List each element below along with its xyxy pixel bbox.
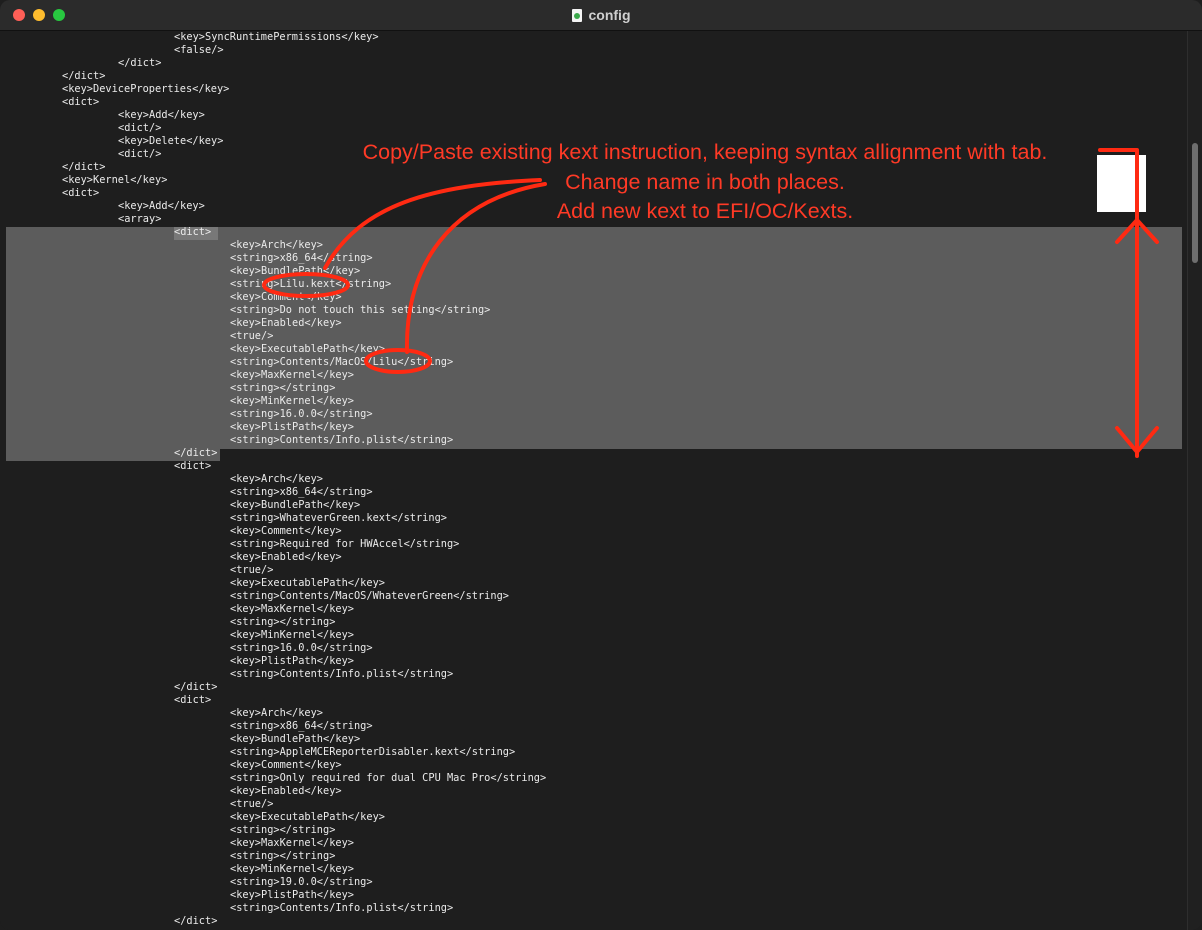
vertical-scrollbar[interactable]: [1187, 31, 1202, 930]
annotation-line: Change name in both places.: [565, 169, 845, 194]
code-line[interactable]: <key>MinKernel</key>: [6, 863, 546, 876]
code-line[interactable]: <string></string>: [6, 824, 546, 837]
code-line[interactable]: <key>BundlePath</key>: [6, 499, 546, 512]
code-line[interactable]: </dict>: [6, 681, 546, 694]
code-line[interactable]: <key>Arch</key>: [6, 707, 546, 720]
code-line[interactable]: <string>x86_64</string>: [6, 252, 546, 265]
code-line[interactable]: <string>Only required for dual CPU Mac P…: [6, 772, 546, 785]
code-line[interactable]: <string>16.0.0</string>: [6, 642, 546, 655]
code-line[interactable]: <string>AppleMCEReporterDisabler.kext</s…: [6, 746, 546, 759]
code-line[interactable]: <string>Do not touch this setting</strin…: [6, 304, 546, 317]
code-line[interactable]: <string>x86_64</string>: [6, 486, 546, 499]
code-line[interactable]: <dict>: [6, 694, 546, 707]
code-line[interactable]: <key>Comment</key>: [6, 525, 546, 538]
code-line[interactable]: </dict>: [6, 447, 546, 460]
scrollbar-thumb[interactable]: [1192, 143, 1198, 263]
annotation-text: Copy/Paste existing kext instruction, ke…: [300, 138, 1110, 227]
code-line[interactable]: <string>WhateverGreen.kext</string>: [6, 512, 546, 525]
code-line[interactable]: <key>Arch</key>: [6, 473, 546, 486]
code-line[interactable]: <string></string>: [6, 616, 546, 629]
code-line[interactable]: <string>Lilu.kext</string>: [6, 278, 546, 291]
code-line[interactable]: <string>Contents/Info.plist</string>: [6, 668, 546, 681]
code-line[interactable]: <string>x86_64</string>: [6, 720, 546, 733]
code-line[interactable]: <string>Contents/Info.plist</string>: [6, 902, 546, 915]
title-bar: config: [0, 0, 1202, 31]
code-line[interactable]: <key>MinKernel</key>: [6, 629, 546, 642]
code-line[interactable]: <dict>: [6, 226, 546, 239]
code-line[interactable]: </dict>: [6, 915, 546, 928]
window-title-text: config: [588, 7, 631, 23]
code-line[interactable]: <key>Arch</key>: [6, 239, 546, 252]
code-line[interactable]: <string>16.0.0</string>: [6, 408, 546, 421]
code-line[interactable]: <key>MaxKernel</key>: [6, 837, 546, 850]
code-line[interactable]: <key>PlistPath</key>: [6, 655, 546, 668]
code-line[interactable]: <key>DeviceProperties</key>: [6, 83, 546, 96]
code-line[interactable]: <key>MaxKernel</key>: [6, 369, 546, 382]
document-icon: [571, 8, 582, 22]
window-title: config: [0, 0, 1202, 30]
code-line[interactable]: <key>ExecutablePath</key>: [6, 343, 546, 356]
code-line[interactable]: <string>Required for HWAccel</string>: [6, 538, 546, 551]
annotation-line: Add new kext to EFI/OC/Kexts.: [556, 199, 854, 223]
code-line[interactable]: </dict>: [6, 57, 546, 70]
code-line[interactable]: <key>Comment</key>: [6, 759, 546, 772]
code-line[interactable]: <key>BundlePath</key>: [6, 265, 546, 278]
code-line[interactable]: <key>BundlePath</key>: [6, 733, 546, 746]
code-line[interactable]: <key>ExecutablePath</key>: [6, 811, 546, 824]
code-line[interactable]: <dict>: [6, 96, 546, 109]
code-line[interactable]: <string></string>: [6, 382, 546, 395]
code-line[interactable]: <key>PlistPath</key>: [6, 889, 546, 902]
code-line[interactable]: <key>MinKernel</key>: [6, 395, 546, 408]
code-line[interactable]: <true/>: [6, 564, 546, 577]
code-line[interactable]: <string>Contents/MacOS/WhateverGreen</st…: [6, 590, 546, 603]
code-line[interactable]: <true/>: [6, 798, 546, 811]
code-line[interactable]: <key>ExecutablePath</key>: [6, 577, 546, 590]
code-line[interactable]: <key>PlistPath</key>: [6, 421, 546, 434]
code-line[interactable]: <string>Contents/Info.plist</string>: [6, 434, 546, 447]
code-line[interactable]: <string></string>: [6, 850, 546, 863]
code-line[interactable]: <key>SyncRuntimePermissions</key>: [6, 31, 546, 44]
code-line[interactable]: <true/>: [6, 330, 546, 343]
code-line[interactable]: <key>Comment</key>: [6, 291, 546, 304]
code-line[interactable]: <key>Enabled</key>: [6, 317, 546, 330]
code-line[interactable]: <string>Contents/MacOS/Lilu</string>: [6, 356, 546, 369]
editor-window: config <key>SyncRuntimePermissions</key>…: [0, 0, 1202, 930]
annotation-line: Copy/Paste existing kext instruction, ke…: [362, 140, 1048, 164]
code-line[interactable]: <key>MaxKernel</key>: [6, 603, 546, 616]
code-line[interactable]: <dict>: [6, 460, 546, 473]
code-line[interactable]: <dict/>: [6, 122, 546, 135]
code-line[interactable]: </dict>: [6, 70, 546, 83]
code-line[interactable]: <key>Enabled</key>: [6, 551, 546, 564]
code-line[interactable]: <key>Enabled</key>: [6, 785, 546, 798]
code-line[interactable]: <key>Add</key>: [6, 109, 546, 122]
code-line[interactable]: <false/>: [6, 44, 546, 57]
code-line[interactable]: <string>19.0.0</string>: [6, 876, 546, 889]
